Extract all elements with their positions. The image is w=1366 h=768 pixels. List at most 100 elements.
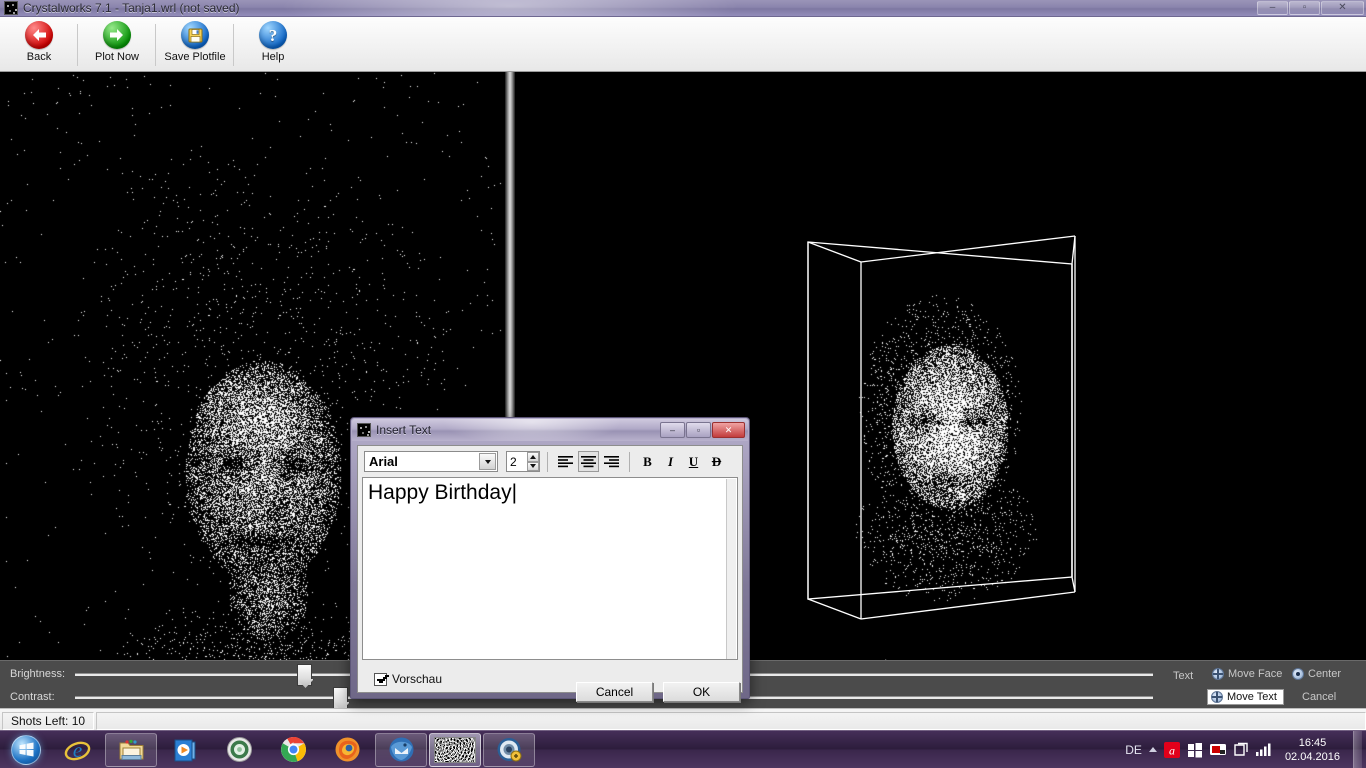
plot-now-button-label: Plot Now: [95, 51, 139, 63]
dialog-close-button[interactable]: ✕: [712, 422, 745, 438]
crystal-camera-icon: [496, 736, 523, 763]
taskbar-item-thunderbird[interactable]: [375, 733, 427, 767]
text-group-label: Text: [1173, 670, 1193, 682]
back-button-label: Back: [27, 51, 51, 63]
dialog-cancel-button[interactable]: Cancel: [576, 682, 653, 702]
windows-orb-icon: [11, 735, 41, 765]
floppy-disk-icon: [181, 21, 209, 49]
taskbar-item-crystal-camera[interactable]: [483, 733, 535, 767]
move-face-icon: [1212, 668, 1224, 680]
tray-language[interactable]: DE: [1125, 743, 1142, 757]
cancel-text-label[interactable]: Cancel: [1302, 691, 1336, 703]
show-hidden-icons-arrow-icon[interactable]: [1149, 747, 1157, 752]
underline-button[interactable]: U: [683, 451, 704, 472]
taskbar-item-disc-app[interactable]: [213, 733, 265, 767]
avira-icon[interactable]: a: [1164, 742, 1180, 758]
start-button[interactable]: [2, 732, 50, 768]
checkbox-checked-icon[interactable]: [374, 673, 387, 686]
move-face-option[interactable]: Move Face: [1212, 668, 1282, 680]
text-editor-value: Happy Birthday|: [363, 478, 737, 505]
stepper-down-icon[interactable]: [527, 462, 539, 472]
file-explorer-icon: [118, 738, 145, 762]
taskbar-clock[interactable]: 16:45 02.04.2016: [1279, 736, 1346, 764]
dialog-maximize-button[interactable]: ▫: [686, 422, 711, 438]
font-size-stepper[interactable]: [527, 452, 539, 471]
center-radio-icon: [1292, 668, 1304, 680]
toolbar-divider-2: [629, 452, 630, 472]
display-icon[interactable]: [1210, 742, 1226, 758]
system-tray: DE a 16:45 02.04.2016: [1125, 731, 1366, 768]
show-desktop-button[interactable]: [1353, 731, 1362, 768]
preview-checkbox[interactable]: Vorschau: [374, 672, 442, 686]
mozilla-firefox-icon: [334, 736, 361, 763]
back-arrow-icon: [25, 21, 53, 49]
align-right-button[interactable]: [601, 451, 622, 472]
internet-explorer-icon: e: [64, 736, 91, 763]
crystal-dot-icon: [357, 423, 371, 437]
align-left-button[interactable]: [555, 451, 576, 472]
save-plotfile-button-label: Save Plotfile: [164, 51, 225, 63]
text-editor[interactable]: Happy Birthday|: [362, 477, 738, 660]
secondary-status: [96, 712, 1366, 730]
taskbar-item-firefox[interactable]: [321, 733, 373, 767]
preview-checkbox-label: Vorschau: [392, 672, 442, 686]
editor-scrollbar[interactable]: [726, 479, 736, 660]
help-button[interactable]: ? Help: [234, 21, 312, 69]
italic-button[interactable]: I: [660, 451, 681, 472]
close-button[interactable]: ✕: [1321, 1, 1364, 15]
network-signal-icon[interactable]: [1256, 742, 1272, 758]
taskbar-item-crystalworks[interactable]: [429, 733, 481, 767]
font-size-spinner[interactable]: 2: [506, 451, 540, 472]
crystal-dot-icon: [4, 1, 18, 15]
help-button-label: Help: [262, 51, 285, 63]
dialog-minimize-button[interactable]: –: [660, 422, 685, 438]
taskbar-item-internet-explorer[interactable]: e: [51, 733, 103, 767]
windows-flag-icon[interactable]: [1187, 742, 1203, 758]
window-title: Crystalworks 7.1 - Tanja1.wrl (not saved…: [23, 1, 240, 15]
font-family-select[interactable]: Arial: [364, 451, 498, 472]
status-bar: Shots Left: 10: [0, 708, 1366, 730]
action-center-icon[interactable]: [1233, 742, 1249, 758]
contrast-slider-thumb[interactable]: [333, 687, 348, 709]
window-title-bar[interactable]: Crystalworks 7.1 - Tanja1.wrl (not saved…: [0, 0, 1366, 17]
align-right-icon: [604, 456, 619, 468]
formatting-toolbar: Arial 2 B I U Ð: [358, 446, 742, 474]
insert-text-dialog[interactable]: Insert Text – ▫ ✕ Arial 2 B I U Ð Happy …: [350, 417, 750, 699]
brightness-label: Brightness:: [10, 668, 65, 680]
question-mark-icon: ?: [259, 21, 287, 49]
minimize-button[interactable]: –: [1257, 1, 1288, 15]
back-button[interactable]: Back: [0, 21, 78, 69]
taskbar-item-chrome[interactable]: [267, 733, 319, 767]
center-label: Center: [1308, 668, 1341, 680]
contrast-label: Contrast:: [10, 691, 55, 703]
chevron-down-icon[interactable]: [479, 453, 496, 470]
dialog-title-bar[interactable]: Insert Text – ▫ ✕: [352, 419, 748, 441]
main-toolbar: Back Plot Now Save Plotfile ? Help: [0, 17, 1366, 72]
crystalworks-icon: [434, 737, 476, 763]
titlebar-glow: [280, 0, 740, 17]
move-text-option[interactable]: Move Text: [1207, 689, 1284, 705]
taskbar-item-media-player[interactable]: [159, 733, 211, 767]
maximize-button[interactable]: ▫: [1289, 1, 1320, 15]
dialog-ok-button[interactable]: OK: [663, 682, 740, 702]
clock-time: 16:45: [1285, 736, 1340, 750]
align-center-icon: [581, 456, 596, 468]
strikethrough-button[interactable]: Ð: [706, 451, 727, 472]
dialog-body: Arial 2 B I U Ð Happy Birthday| Vorschau…: [357, 445, 743, 693]
window-buttons: – ▫ ✕: [1257, 1, 1364, 15]
forward-arrow-icon: [103, 21, 131, 49]
dialog-titlebar-glow: [442, 419, 622, 441]
clock-date: 02.04.2016: [1285, 750, 1340, 764]
move-text-icon: [1211, 691, 1223, 703]
center-option[interactable]: Center: [1292, 668, 1341, 680]
svg-text:a: a: [1169, 743, 1175, 757]
brightness-slider-thumb[interactable]: [297, 664, 312, 686]
plot-now-button[interactable]: Plot Now: [78, 21, 156, 69]
bold-button[interactable]: B: [637, 451, 658, 472]
stepper-up-icon[interactable]: [527, 452, 539, 462]
taskbar-item-file-explorer[interactable]: [105, 733, 157, 767]
font-size-value: 2: [510, 455, 527, 469]
save-plotfile-button[interactable]: Save Plotfile: [156, 21, 234, 69]
align-center-button[interactable]: [578, 451, 599, 472]
toolbar-divider: [547, 452, 548, 472]
